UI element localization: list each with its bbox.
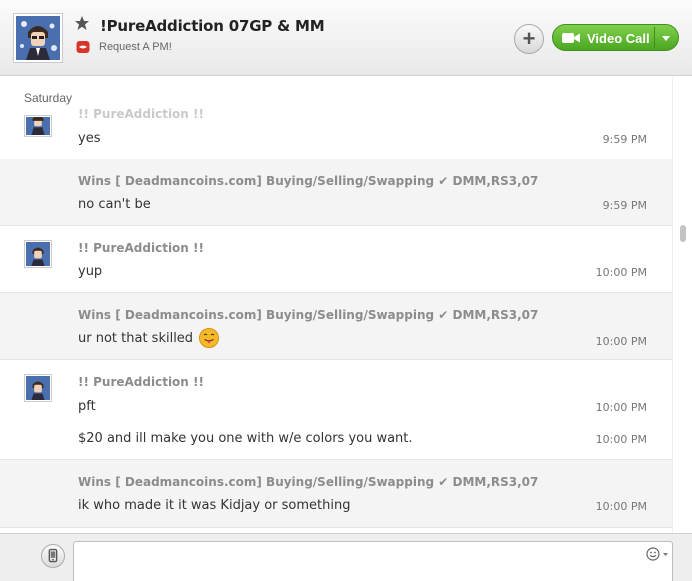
- sender-avatar[interactable]: [24, 240, 52, 268]
- smiley-icon[interactable]: [646, 547, 672, 561]
- message-timestamp: 10:00 PM: [595, 433, 647, 446]
- video-call-label: Video Call: [587, 31, 650, 46]
- message-timestamp: 10:00 PM: [595, 500, 647, 513]
- message-sender: !! PureAddiction !!: [78, 375, 204, 389]
- video-options-chevron-down-icon[interactable]: [662, 36, 670, 41]
- message-input[interactable]: [73, 541, 673, 581]
- message-timestamp: 9:59 PM: [602, 133, 647, 146]
- message-row: Wins [ Deadmancoins.com] Buying/Selling/…: [0, 159, 672, 226]
- conversation-scrollbar[interactable]: [672, 77, 692, 533]
- message-sender: !! PureAddiction !!: [78, 107, 204, 121]
- message-row: Wins [ Deadmancoins.com] Buying/Selling/…: [0, 293, 672, 360]
- contact-name: !PureAddiction 07GP & MM: [100, 17, 325, 35]
- lips-icon: [76, 41, 90, 53]
- message-text: no can't be: [78, 197, 151, 212]
- avatar-image: [26, 117, 50, 135]
- message-text: yup: [78, 264, 103, 279]
- video-button-divider: [654, 27, 655, 48]
- message-text: ur not that skilled: [78, 331, 194, 346]
- message-text-wrapper: ur not that skilled: [78, 328, 220, 348]
- compose-bar: [0, 533, 692, 581]
- conversation-pane[interactable]: Saturday !! PureAddiction !! yes 9:59 PM…: [0, 77, 692, 533]
- message-text: ik who made it it was Kidjay or somethin…: [78, 498, 351, 513]
- sender-avatar[interactable]: [24, 115, 52, 137]
- plus-icon: +: [522, 26, 536, 51]
- video-call-button[interactable]: Video Call: [552, 24, 679, 51]
- message-sender: Wins [ Deadmancoins.com] Buying/Selling/…: [78, 308, 539, 322]
- message-text: $20 and ill make you one with w/e colors…: [78, 431, 413, 446]
- message-row: Wins [ Deadmancoins.com] Buying/Selling/…: [0, 460, 672, 528]
- camera-icon: [562, 33, 580, 43]
- send-sms-button[interactable]: [41, 544, 65, 568]
- message-row: !! PureAddiction !! pft 10:00 PM $20 and…: [0, 360, 672, 460]
- message-sender: !! PureAddiction !!: [78, 241, 204, 255]
- avatar-image: [16, 16, 60, 60]
- contact-avatar[interactable]: [13, 13, 63, 63]
- message-timestamp: 9:59 PM: [602, 199, 647, 212]
- message-sender: Wins [ Deadmancoins.com] Buying/Selling/…: [78, 174, 539, 188]
- message-timestamp: 10:00 PM: [595, 335, 647, 348]
- sender-avatar[interactable]: [24, 374, 52, 402]
- message-timestamp: 10:00 PM: [595, 401, 647, 414]
- avatar-image: [26, 376, 50, 400]
- add-to-conversation-button[interactable]: +: [514, 24, 544, 54]
- avatar-image: [26, 242, 50, 266]
- message-text: pft: [78, 399, 96, 414]
- mobile-phone-icon: [48, 548, 58, 563]
- message-timestamp: 10:00 PM: [595, 266, 647, 279]
- message-row: !! PureAddiction !! yup 10:00 PM: [0, 226, 672, 293]
- message-sender: Wins [ Deadmancoins.com] Buying/Selling/…: [78, 475, 539, 489]
- chat-header: !PureAddiction 07GP & MM Request A PM! +…: [0, 0, 692, 76]
- scrollbar-thumb[interactable]: [680, 225, 686, 242]
- mood-message: Request A PM!: [99, 41, 172, 53]
- message-text: yes: [78, 131, 101, 146]
- day-separator: Saturday: [24, 91, 77, 105]
- tongue-out-emoji-icon: [199, 328, 220, 348]
- favorite-star-icon[interactable]: [74, 15, 90, 31]
